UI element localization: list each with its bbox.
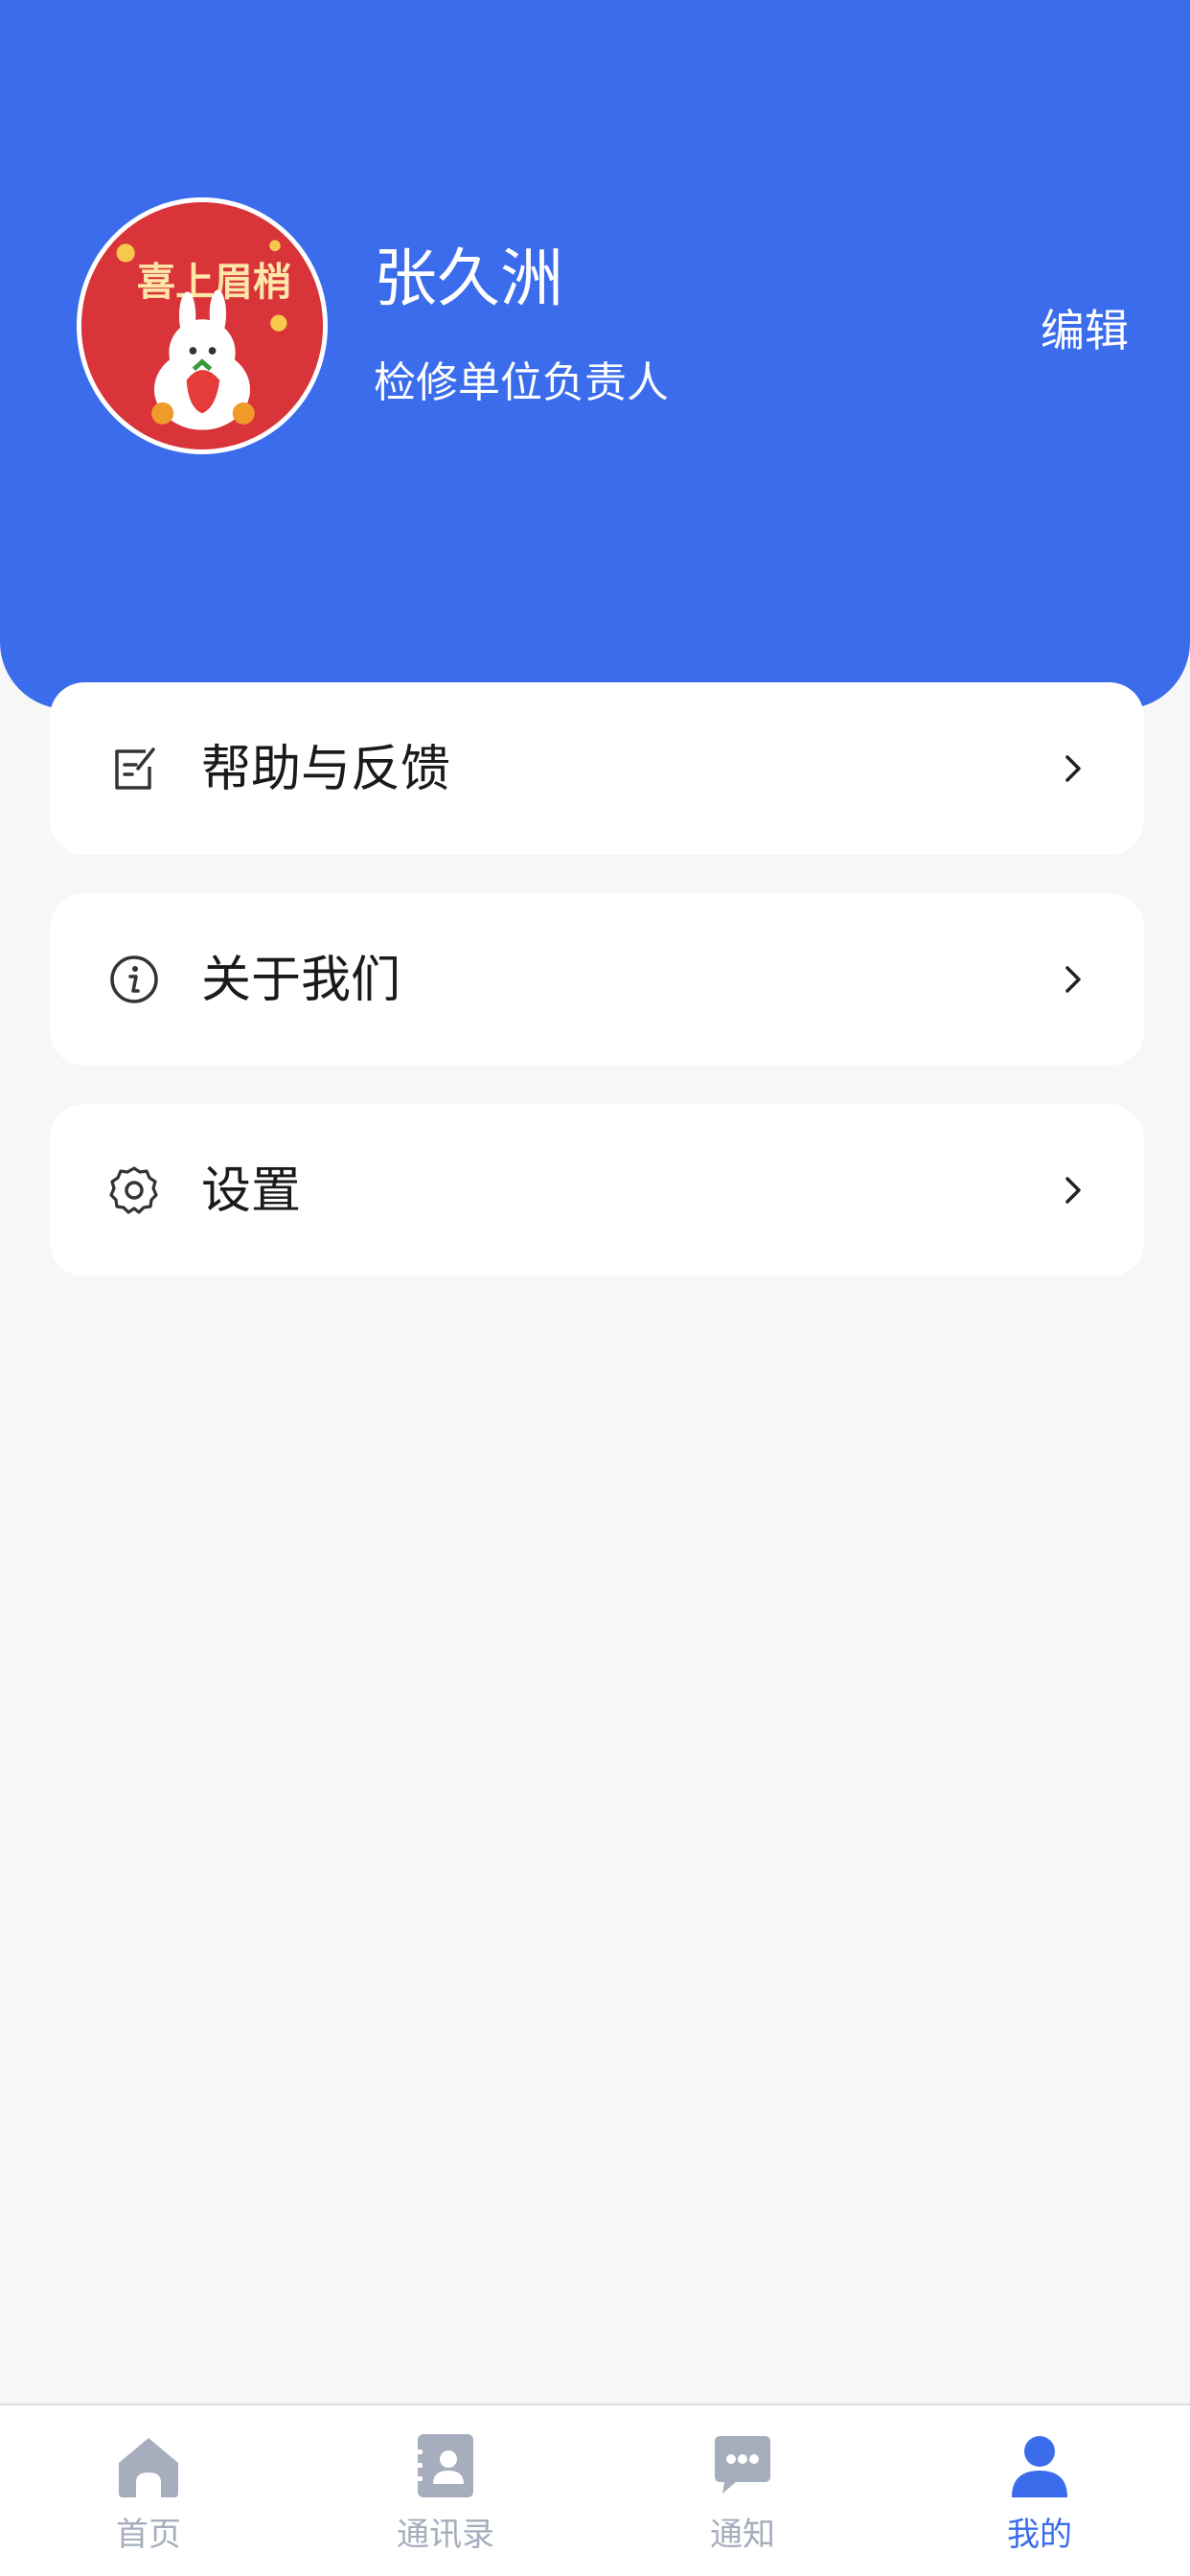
chevron-right-icon xyxy=(1056,962,1090,997)
menu-item-about-us[interactable]: 关于我们 xyxy=(50,893,1144,1066)
menu-item-help-feedback[interactable]: 帮助与反馈 xyxy=(50,682,1144,855)
menu-item-label: 帮助与反馈 xyxy=(201,741,451,798)
user-icon xyxy=(1004,2430,1075,2501)
user-avatar[interactable]: 喜上眉梢 xyxy=(77,197,328,454)
edit-profile-button[interactable]: 编辑 xyxy=(1041,309,1129,353)
contacts-icon xyxy=(410,2430,481,2501)
tab-label: 通知 xyxy=(710,2516,775,2554)
tab-home[interactable]: 首页 xyxy=(0,2405,297,2576)
tab-label: 我的 xyxy=(1007,2516,1072,2554)
bottom-tab-bar: 首页 通讯录 通知 我的 xyxy=(0,2404,1190,2576)
menu-item-settings[interactable]: 设置 xyxy=(50,1104,1144,1276)
gear-icon xyxy=(107,1163,161,1217)
chevron-right-icon xyxy=(1056,751,1090,786)
tab-notifications[interactable]: 通知 xyxy=(594,2405,891,2576)
chevron-right-icon xyxy=(1056,1173,1090,1208)
menu-item-label: 关于我们 xyxy=(201,952,401,1009)
profile-page: 喜上眉梢 张久洲 检修单位负责人 编辑 帮助与反馈 关于我们 设置 首页 通讯录… xyxy=(0,0,1190,2576)
user-name: 张久洲 xyxy=(374,242,563,315)
tab-label: 首页 xyxy=(116,2516,181,2554)
menu-item-label: 设置 xyxy=(201,1162,302,1220)
tab-label: 通讯录 xyxy=(397,2516,494,2554)
user-role: 检修单位负责人 xyxy=(374,358,669,407)
tab-mine[interactable]: 我的 xyxy=(891,2405,1188,2576)
profile-header: 喜上眉梢 张久洲 检修单位负责人 编辑 xyxy=(0,0,1190,709)
chat-bubble-icon xyxy=(707,2430,778,2501)
info-icon xyxy=(107,953,161,1006)
home-icon xyxy=(113,2430,184,2501)
tab-contacts[interactable]: 通讯录 xyxy=(297,2405,594,2576)
avatar-image: 喜上眉梢 xyxy=(81,205,323,447)
edit-note-icon xyxy=(107,742,161,795)
